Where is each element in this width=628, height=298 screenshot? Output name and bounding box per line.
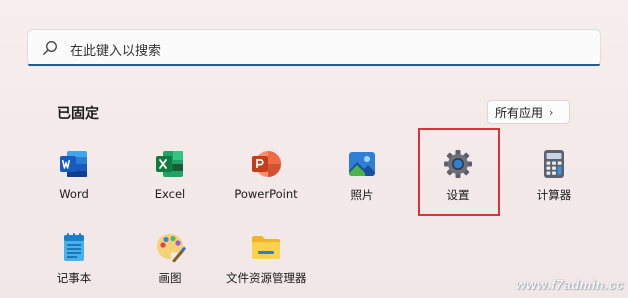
photos-icon	[349, 152, 375, 176]
notepad-icon	[64, 233, 84, 261]
app-powerpoint[interactable]: PowerPoint	[226, 148, 306, 201]
app-word[interactable]: Word	[34, 148, 114, 201]
app-excel[interactable]: Excel	[130, 148, 210, 201]
paint-icon	[157, 234, 186, 263]
app-label: 文件资源管理器	[226, 271, 307, 285]
file-explorer-icon	[252, 236, 280, 259]
app-label: 照片	[350, 188, 374, 202]
app-label: 计算器	[536, 188, 572, 202]
highlight-box	[418, 128, 500, 216]
app-label: 记事本	[56, 271, 92, 285]
powerpoint-icon	[252, 151, 281, 177]
app-paint[interactable]: 画图	[130, 231, 210, 286]
search-box[interactable]: 在此键入以搜索	[27, 29, 601, 66]
excel-icon	[156, 151, 183, 177]
chevron-right-icon: ›	[549, 105, 554, 119]
calculator-icon	[544, 150, 564, 178]
app-label: PowerPoint	[234, 187, 298, 201]
app-calculator[interactable]: 计算器	[514, 148, 594, 203]
all-apps-label: 所有应用	[495, 105, 544, 120]
app-photos[interactable]: 照片	[322, 148, 402, 203]
pinned-title: 已固定	[57, 106, 99, 122]
all-apps-button[interactable]: 所有应用 ›	[487, 100, 570, 124]
search-icon	[43, 41, 57, 55]
app-label: Word	[59, 187, 89, 201]
app-file-explorer[interactable]: 文件资源管理器	[226, 231, 307, 286]
word-icon	[60, 151, 87, 177]
app-label: Excel	[154, 187, 186, 201]
search-placeholder: 在此键入以搜索	[70, 44, 162, 59]
app-notepad[interactable]: 记事本	[34, 231, 114, 286]
watermark-text: www.f7admin.cc	[515, 277, 624, 292]
app-label: 画图	[158, 271, 182, 285]
